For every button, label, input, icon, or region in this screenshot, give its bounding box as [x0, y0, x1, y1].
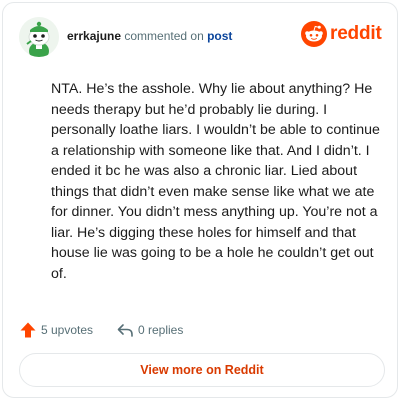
upvote-count: 5 upvotes [41, 323, 94, 337]
reply-stat[interactable]: 0 replies [116, 321, 216, 339]
reply-count: 0 replies [138, 323, 184, 337]
comment-header: errkajune commented on post reddit [19, 17, 382, 57]
reddit-alien-icon [301, 21, 327, 47]
comment-stats: 5 upvotes 0 replies [19, 321, 379, 339]
view-more-button[interactable]: View more on Reddit [19, 353, 385, 387]
username[interactable]: errkajune [67, 29, 121, 43]
reply-arrow-icon[interactable] [116, 321, 134, 339]
reddit-brand[interactable]: reddit [301, 21, 382, 47]
comment-card: errkajune commented on post reddit NTA. … [2, 2, 398, 398]
reddit-wordmark: reddit [330, 23, 382, 44]
snoo-avatar-icon[interactable] [19, 17, 59, 57]
comment-body: NTA. He’s the asshole. Why lie about any… [51, 81, 380, 282]
upvote-arrow-icon[interactable] [19, 321, 37, 339]
upvote-stat[interactable]: 5 upvotes [19, 321, 109, 339]
post-link[interactable]: post [207, 29, 232, 43]
commenter-line: errkajune commented on post [67, 29, 232, 43]
action-text: commented on [121, 29, 208, 43]
